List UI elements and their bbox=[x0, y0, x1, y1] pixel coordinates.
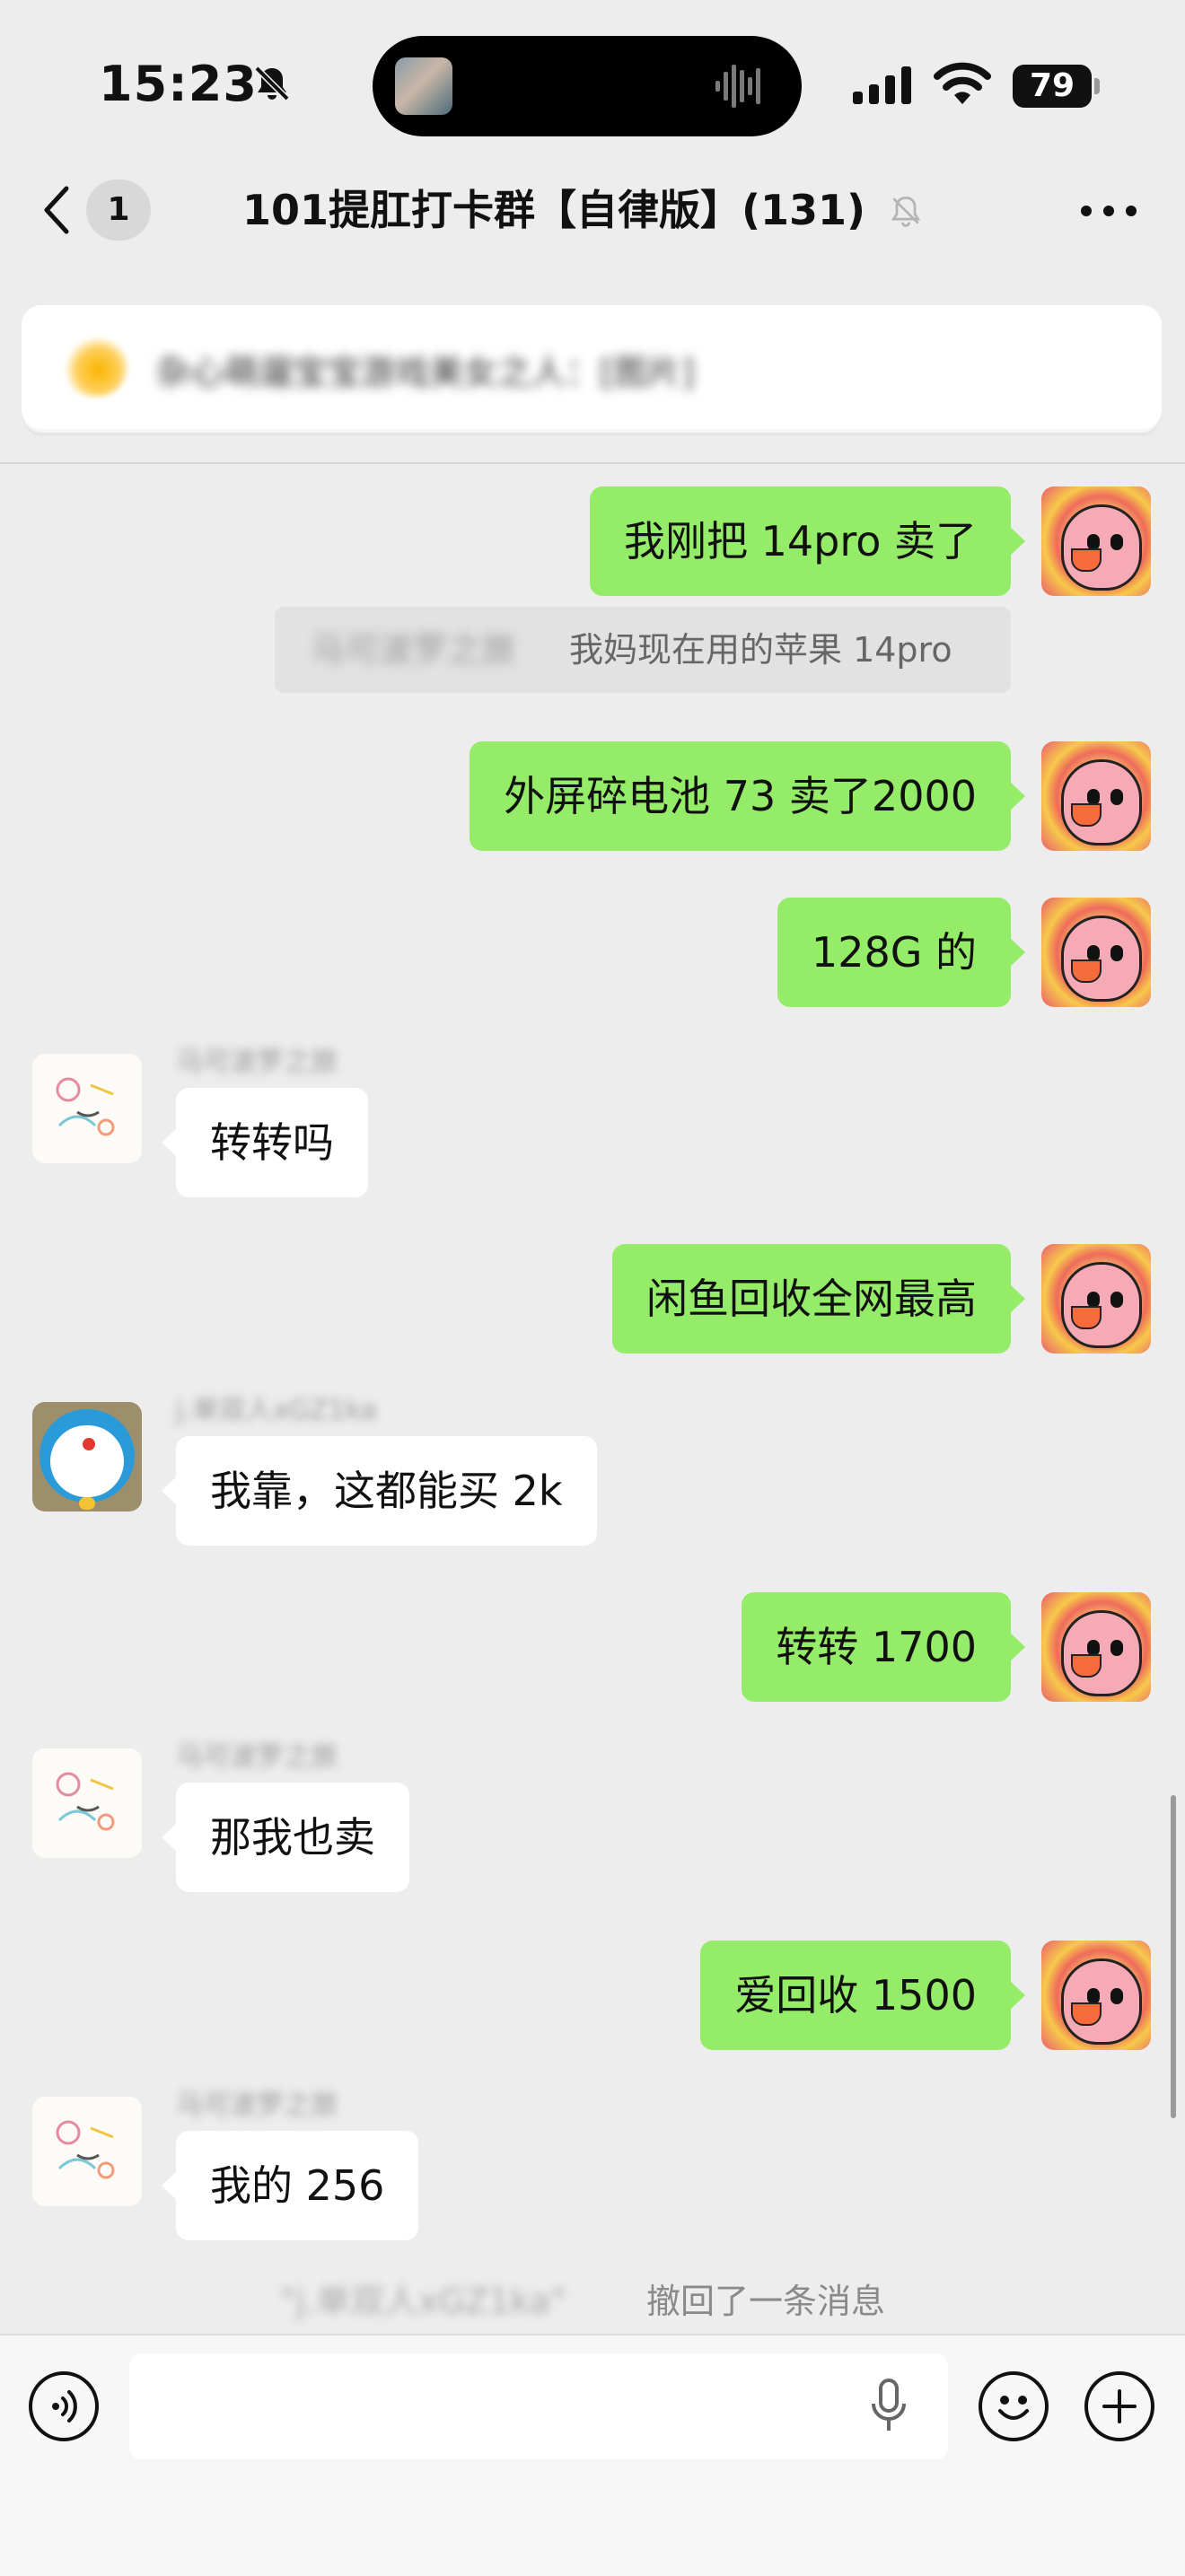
member-avatar[interactable] bbox=[32, 2097, 142, 2206]
scrollbar[interactable] bbox=[1171, 1795, 1176, 2118]
voice-toggle-button[interactable] bbox=[29, 2371, 99, 2441]
message-bubble-incoming[interactable]: 转转吗 bbox=[162, 1088, 368, 1197]
message-bubble-outgoing[interactable]: 我刚把 14pro 卖了 bbox=[589, 486, 1026, 596]
voice-icon bbox=[52, 2390, 77, 2423]
mute-bell-icon bbox=[891, 197, 921, 227]
more-dots-icon[interactable] bbox=[1077, 188, 1140, 233]
message-bubble-outgoing[interactable]: 闲鱼回收全网最高 bbox=[612, 1244, 1025, 1354]
self-avatar[interactable] bbox=[1041, 1244, 1151, 1354]
audio-wave-icon bbox=[715, 65, 760, 108]
message-input[interactable] bbox=[129, 2353, 948, 2459]
self-avatar[interactable] bbox=[1041, 1941, 1151, 2050]
battery-icon: 79 bbox=[1013, 65, 1100, 108]
message-bubble-incoming[interactable]: 我的 256 bbox=[161, 2131, 419, 2240]
member-avatar[interactable] bbox=[32, 1054, 142, 1163]
member-avatar[interactable] bbox=[32, 1748, 142, 1858]
back-chevron-icon[interactable] bbox=[36, 180, 79, 241]
self-avatar[interactable] bbox=[1041, 1592, 1151, 1702]
wifi-icon bbox=[934, 62, 991, 104]
plus-icon bbox=[1102, 2389, 1137, 2423]
sender-name: 马可波罗之旅 bbox=[176, 1047, 338, 1078]
quoted-reply-author: 马可波罗之旅 bbox=[311, 630, 516, 670]
sender-name: j.单双人xGZ1ka bbox=[176, 1395, 377, 1426]
mic-icon[interactable] bbox=[869, 2379, 908, 2436]
bell-off-icon bbox=[254, 66, 290, 101]
sender-name: 马可波罗之旅 bbox=[176, 1741, 338, 1773]
status-bar: 15:23 79 bbox=[0, 0, 1185, 171]
chat-title-text: 101提肛打卡群【自律版】(131) bbox=[241, 186, 866, 234]
message-bubble-outgoing[interactable]: 转转 1700 bbox=[742, 1592, 1025, 1702]
message-bubble-incoming[interactable]: 我靠，这都能买 2k bbox=[162, 1436, 597, 1546]
quoted-reply[interactable]: 马可波罗之旅 我妈现在用的苹果 14pro bbox=[275, 607, 1011, 693]
header-divider bbox=[0, 462, 1185, 464]
message-bubble-outgoing[interactable]: 爱回收 1500 bbox=[700, 1941, 1025, 2050]
plus-button[interactable] bbox=[1084, 2371, 1154, 2441]
message-bubble-outgoing[interactable]: 外屏碎电池 73 卖了2000 bbox=[470, 741, 1025, 851]
dynamic-island[interactable] bbox=[373, 36, 802, 136]
signal-icon bbox=[853, 66, 911, 104]
message-bubble-outgoing[interactable]: 128G 的 bbox=[777, 898, 1026, 1007]
pinned-image-icon bbox=[63, 337, 127, 397]
unread-count-badge[interactable]: 1 bbox=[86, 180, 151, 241]
pinned-message-text: 杂心萌遛宝宝游戏美女之人：[图片] bbox=[156, 353, 695, 390]
self-avatar[interactable] bbox=[1041, 486, 1151, 596]
status-time: 15:23 bbox=[99, 56, 258, 112]
chat-title[interactable]: 101提肛打卡群【自律版】(131) bbox=[215, 180, 952, 241]
member-avatar[interactable] bbox=[32, 1402, 142, 1511]
quoted-reply-text: 我妈现在用的苹果 14pro bbox=[569, 630, 952, 670]
now-playing-thumbnail bbox=[395, 57, 452, 115]
sender-name: 马可波罗之旅 bbox=[176, 2090, 338, 2121]
self-avatar[interactable] bbox=[1041, 898, 1151, 1007]
recall-notice: "j.单双人xGZ1ka" 撤回了一条消息 bbox=[269, 2258, 934, 2344]
emoji-button[interactable] bbox=[979, 2371, 1049, 2441]
self-avatar[interactable] bbox=[1041, 741, 1151, 851]
emoji-icon bbox=[998, 2396, 1029, 2420]
message-bubble-incoming[interactable]: 那我也卖 bbox=[162, 1783, 409, 1892]
recall-notice-name: "j.单双人xGZ1ka" bbox=[280, 2282, 566, 2321]
pinned-message[interactable]: 杂心萌遛宝宝游戏美女之人：[图片] bbox=[22, 305, 1162, 429]
recall-notice-text: 撤回了一条消息 bbox=[646, 2282, 886, 2321]
